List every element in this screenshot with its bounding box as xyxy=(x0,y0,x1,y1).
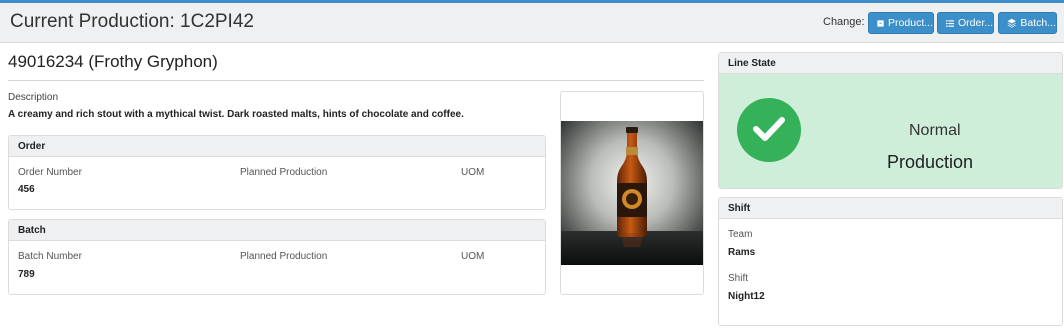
layers-icon xyxy=(1007,18,1016,28)
list-icon xyxy=(946,19,954,27)
shift-label: Shift xyxy=(728,273,749,284)
product-image-card xyxy=(560,91,704,295)
order-planned-production-label: Planned Production xyxy=(240,167,328,178)
line-state-body: Normal Production xyxy=(719,74,1062,188)
team-label: Team xyxy=(728,229,753,240)
line-state-heading: Line State xyxy=(719,53,1062,74)
description-label: Description xyxy=(8,92,59,103)
batch-number-value: 789 xyxy=(18,269,35,280)
shift-heading: Shift xyxy=(719,198,1062,219)
order-number-label: Order Number xyxy=(18,167,82,178)
order-card: Order Order Number 456 Planned Productio… xyxy=(8,135,546,210)
line-status-text: Normal xyxy=(909,122,961,139)
change-label: Change: xyxy=(823,16,865,28)
change-order-label: Order... xyxy=(957,17,993,29)
change-product-button[interactable]: Product... xyxy=(868,12,934,34)
package-icon xyxy=(877,19,884,27)
order-number-value: 456 xyxy=(18,184,35,195)
order-card-heading: Order xyxy=(9,136,545,157)
shift-card: Shift Team Rams Shift Night12 xyxy=(718,197,1063,326)
batch-card: Batch Batch Number 789 Planned Productio… xyxy=(8,219,546,295)
team-value: Rams xyxy=(728,247,756,258)
page-title: Current Production: 1C2PI42 xyxy=(10,11,254,32)
change-order-button[interactable]: Order... xyxy=(937,12,994,34)
beer-bottle-image xyxy=(561,121,703,265)
title-divider xyxy=(8,80,704,81)
check-icon xyxy=(753,117,785,141)
description-text: A creamy and rich stout with a mythical … xyxy=(8,109,464,120)
change-batch-label: Batch... xyxy=(1020,17,1056,29)
line-state-text: Production xyxy=(887,152,974,172)
order-uom-label: UOM xyxy=(461,167,485,178)
batch-card-heading: Batch xyxy=(9,220,545,241)
shift-value: Night12 xyxy=(728,291,765,302)
change-batch-button[interactable]: Batch... xyxy=(998,12,1057,34)
batch-planned-production-label: Planned Production xyxy=(240,251,328,262)
batch-number-label: Batch Number xyxy=(18,251,82,262)
change-product-label: Product... xyxy=(888,17,933,29)
product-title: 49016234 (Frothy Gryphon) xyxy=(8,52,218,71)
line-state-card: Line State Normal Production xyxy=(718,52,1063,189)
batch-uom-label: UOM xyxy=(461,251,485,262)
status-indicator xyxy=(737,98,801,162)
page-header: Current Production: 1C2PI42 Change: Prod… xyxy=(0,3,1064,43)
